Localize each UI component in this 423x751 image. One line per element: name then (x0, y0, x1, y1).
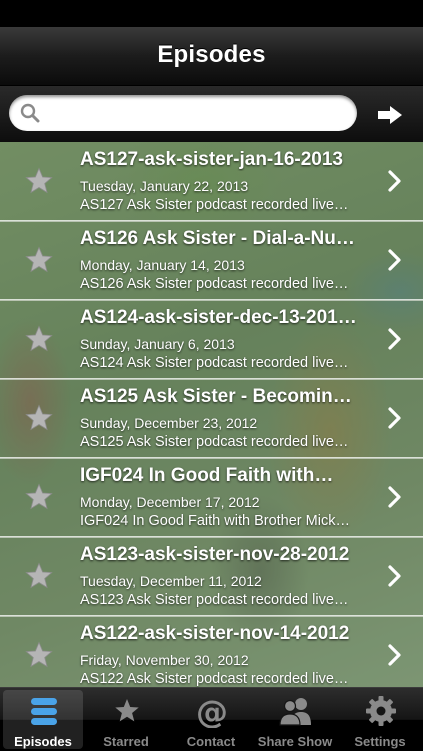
episode-description: AS125 Ask Sister podcast recorded live… (80, 434, 349, 450)
episode-title: AS123-ask-sister-nov-28-2012 (80, 544, 350, 565)
episode-row[interactable]: AS125 Ask Sister - Becomin… Sunday, Dece… (0, 379, 423, 459)
episode-date: Monday, December 17, 2012 (80, 494, 260, 510)
episode-date: Monday, January 14, 2013 (80, 257, 245, 273)
star-icon[interactable] (25, 325, 53, 353)
star-icon[interactable] (25, 404, 53, 432)
episode-list[interactable]: AS127-ask-sister-jan-16-2013 Tuesday, Ja… (0, 142, 423, 687)
tab-label: Share Show (257, 734, 333, 749)
star-icon[interactable] (25, 167, 53, 195)
navigation-bar: Episodes (0, 27, 423, 86)
episode-date: Sunday, January 6, 2013 (80, 336, 235, 352)
episode-row[interactable]: AS122-ask-sister-nov-14-2012 Friday, Nov… (0, 616, 423, 687)
search-input[interactable] (47, 95, 351, 133)
episode-description: AS127 Ask Sister podcast recorded live… (80, 197, 349, 213)
star-icon[interactable] (25, 483, 53, 511)
chevron-right-icon (388, 407, 401, 429)
episode-date: Sunday, December 23, 2012 (80, 415, 258, 431)
at-sign-icon: @ (196, 694, 228, 728)
search-bar (0, 86, 423, 142)
people-icon (279, 698, 311, 726)
star-icon[interactable] (25, 246, 53, 274)
tab-label: Starred (103, 734, 149, 749)
tab-share-show[interactable]: Share Show (255, 690, 335, 749)
episode-title: AS126 Ask Sister - Dial-a-Nu… (80, 228, 355, 249)
tab-settings[interactable]: Settings (340, 690, 420, 749)
episode-row[interactable]: AS126 Ask Sister - Dial-a-Nu… Monday, Ja… (0, 221, 423, 301)
episode-date: Friday, November 30, 2012 (80, 652, 249, 668)
episode-description: IGF024 In Good Faith with Brother Mick… (80, 513, 350, 529)
episode-title: AS127-ask-sister-jan-16-2013 (80, 149, 343, 170)
svg-text:@: @ (196, 694, 228, 728)
episode-date: Tuesday, December 11, 2012 (80, 573, 262, 589)
episode-row[interactable]: AS123-ask-sister-nov-28-2012 Tuesday, De… (0, 537, 423, 617)
tab-label: Settings (354, 734, 406, 749)
gear-icon (366, 696, 396, 726)
episode-title: AS122-ask-sister-nov-14-2012 (80, 623, 350, 644)
episode-row[interactable]: AS127-ask-sister-jan-16-2013 Tuesday, Ja… (0, 142, 423, 222)
episode-title: AS125 Ask Sister - Becomin… (80, 386, 352, 407)
episode-title: IGF024 In Good Faith with… (80, 465, 334, 486)
episodes-icon (31, 698, 57, 725)
episode-description: AS126 Ask Sister podcast recorded live… (80, 276, 349, 292)
episode-row[interactable]: AS124-ask-sister-dec-13-201… Sunday, Jan… (0, 300, 423, 380)
episode-description: AS122 Ask Sister podcast recorded live… (80, 671, 349, 687)
episode-title: AS124-ask-sister-dec-13-201… (80, 307, 357, 328)
episode-date: Tuesday, January 22, 2013 (80, 178, 249, 194)
page-title: Episodes (157, 41, 266, 68)
search-field-container[interactable] (9, 95, 357, 133)
tab-episodes[interactable]: Episodes (3, 690, 83, 749)
tab-label: Contact (186, 734, 236, 749)
tab-bar: Episodes Starred @ Contact Share Show Se… (0, 687, 423, 751)
tab-contact[interactable]: @ Contact (171, 690, 251, 749)
chevron-right-icon (388, 644, 401, 666)
go-button[interactable] (370, 100, 410, 130)
arrow-right-icon (378, 106, 402, 124)
tab-label: Episodes (14, 734, 72, 749)
chevron-right-icon (388, 328, 401, 350)
chevron-right-icon (388, 170, 401, 192)
chevron-right-icon (388, 486, 401, 508)
episode-description: AS124 Ask Sister podcast recorded live… (80, 355, 349, 371)
chevron-right-icon (388, 565, 401, 587)
episode-description: AS123 Ask Sister podcast recorded live… (80, 592, 349, 608)
chevron-right-icon (388, 249, 401, 271)
star-icon[interactable] (25, 641, 53, 669)
status-bar (0, 0, 423, 27)
star-icon (115, 699, 139, 722)
star-icon[interactable] (25, 562, 53, 590)
search-icon (20, 103, 40, 123)
episode-row[interactable]: IGF024 In Good Faith with… Monday, Decem… (0, 458, 423, 538)
tab-starred[interactable]: Starred (86, 690, 166, 749)
